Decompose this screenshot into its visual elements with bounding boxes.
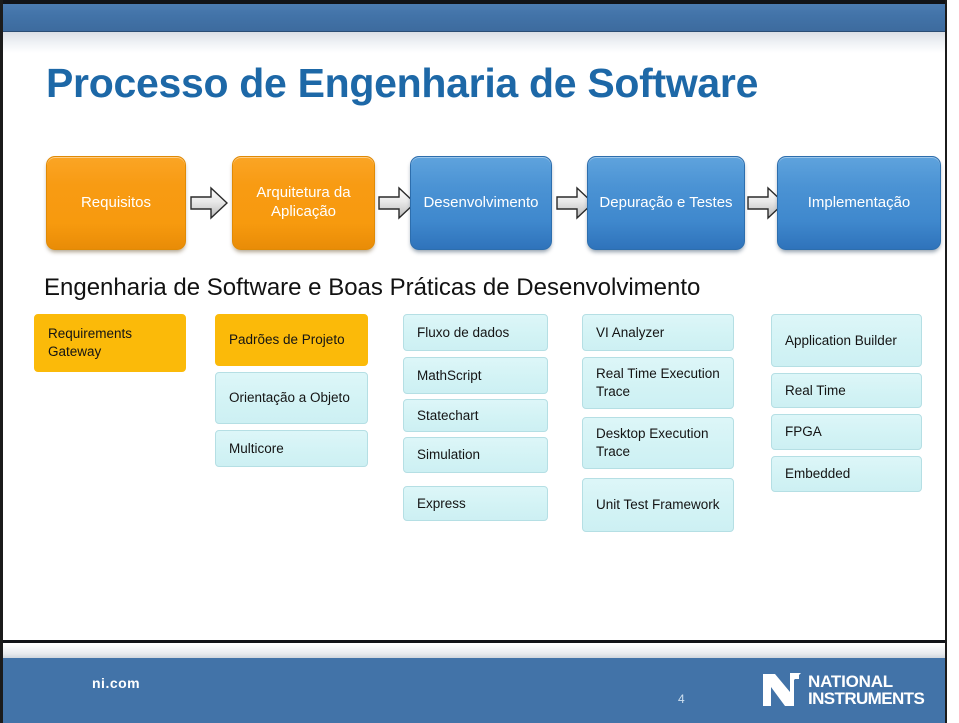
- capability-chip-label: Embedded: [785, 466, 851, 482]
- flow-step-label: Requisitos: [80, 193, 152, 211]
- capability-column-deployment: Application Builder Real Time FPGA Embed…: [771, 314, 922, 498]
- capability-chip-label: VI Analyzer: [596, 324, 665, 340]
- capability-chip[interactable]: Real Time: [771, 373, 922, 408]
- capability-matrix: Requirements Gateway Padrões de Projeto …: [0, 314, 959, 574]
- capability-chip-label: Desktop Execution Trace: [596, 426, 709, 459]
- capability-chip[interactable]: FPGA: [771, 414, 922, 450]
- right-block-arrow-icon: [190, 186, 228, 220]
- logo-line-2: INSTRUMENTS: [808, 689, 925, 708]
- logo-line-1: NATIONAL: [808, 672, 893, 691]
- capability-chip-label: Multicore: [229, 440, 284, 456]
- logo-wordmark: NATIONAL INSTRUMENTS: [808, 672, 925, 708]
- capability-chip[interactable]: Padrões de Projeto: [215, 314, 368, 366]
- page-number: 4: [678, 692, 685, 706]
- page-title: Processo de Engenharia de Software: [46, 60, 759, 106]
- slide-header-band: [3, 4, 947, 32]
- capability-chip-label: Unit Test Framework: [596, 497, 720, 513]
- capability-chip-label: Padrões de Projeto: [229, 332, 345, 348]
- capability-chip[interactable]: Embedded: [771, 456, 922, 492]
- capability-chip[interactable]: VI Analyzer: [582, 314, 734, 351]
- flow-step-label: Implementação: [807, 193, 911, 211]
- capability-chip[interactable]: Desktop Execution Trace: [582, 417, 734, 469]
- capability-column-architecture: Padrões de Projeto Orientação a Objeto M…: [215, 314, 368, 473]
- capability-chip[interactable]: Application Builder: [771, 314, 922, 367]
- capability-chip[interactable]: Fluxo de dados: [403, 314, 548, 351]
- capability-chip-label: Real Time: [785, 382, 846, 398]
- footer-fade: [3, 644, 947, 658]
- national-instruments-eagle-icon: [763, 673, 801, 706]
- capability-chip-label: FPGA: [785, 424, 822, 440]
- national-instruments-logo: NATIONAL INSTRUMENTS: [760, 668, 925, 712]
- capability-column-requirements: Requirements Gateway: [34, 314, 186, 378]
- flow-step-desenvolvimento[interactable]: Desenvolvimento: [410, 156, 552, 250]
- capability-column-development: Fluxo de dados MathScript Statechart Sim…: [403, 314, 548, 527]
- slide-header-fade: [3, 31, 947, 53]
- capability-chip-label: Application Builder: [785, 332, 897, 348]
- flow-step-depuracao-testes[interactable]: Depuração e Testes: [587, 156, 745, 250]
- capability-chip[interactable]: Unit Test Framework: [582, 478, 734, 532]
- slide-right-border: [945, 0, 947, 723]
- capability-chip-label: Fluxo de dados: [417, 324, 510, 340]
- flow-step-label: Desenvolvimento: [423, 193, 539, 211]
- capability-chip[interactable]: Express: [403, 486, 548, 521]
- capability-chip-label: Express: [417, 495, 466, 511]
- capability-chip[interactable]: Requirements Gateway: [34, 314, 186, 372]
- capability-chip[interactable]: Multicore: [215, 430, 368, 467]
- footer-top-rule: [0, 640, 959, 643]
- flow-step-label: Arquitetura da Aplicação: [256, 184, 351, 220]
- capability-chip[interactable]: Simulation: [403, 437, 548, 473]
- capability-chip[interactable]: Real Time Execution Trace: [582, 357, 734, 409]
- capability-column-debug-test: VI Analyzer Real Time Execution Trace De…: [582, 314, 734, 538]
- capability-chip-label: Statechart: [417, 407, 479, 423]
- process-flow-diagram: Requisitos Arquitetura da Aplicação Dese…: [0, 156, 959, 252]
- slide-right-margin: [947, 0, 959, 723]
- capability-chip-label: Simulation: [417, 447, 481, 463]
- capability-chip-label: MathScript: [417, 367, 482, 383]
- footer-website-label[interactable]: ni.com: [92, 675, 140, 691]
- flow-step-label: Depuração e Testes: [599, 193, 733, 211]
- capability-chip-label: Orientação a Objeto: [229, 390, 350, 406]
- section-subtitle: Engenharia de Software e Boas Práticas d…: [44, 274, 701, 301]
- flow-step-requisitos[interactable]: Requisitos: [46, 156, 186, 250]
- flow-step-implementacao[interactable]: Implementação: [777, 156, 941, 250]
- slide-top-rule: [0, 0, 959, 4]
- flow-step-arquitetura[interactable]: Arquitetura da Aplicação: [232, 156, 375, 250]
- capability-chip[interactable]: MathScript: [403, 357, 548, 394]
- slide-left-border: [0, 0, 3, 723]
- slide-canvas: Processo de Engenharia de Software Requi…: [0, 0, 959, 723]
- capability-chip[interactable]: Orientação a Objeto: [215, 372, 368, 424]
- capability-chip[interactable]: Statechart: [403, 399, 548, 432]
- capability-chip-label: Requirements Gateway: [48, 326, 133, 359]
- capability-chip-label: Real Time Execution Trace: [596, 366, 720, 399]
